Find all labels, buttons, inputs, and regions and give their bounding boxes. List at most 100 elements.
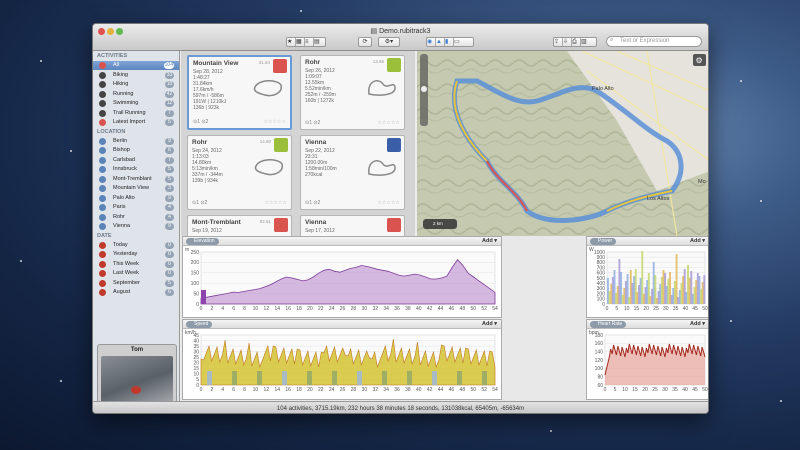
x-tick-label: 8 — [243, 387, 246, 393]
panel-toggle-control[interactable]: ◉ ▲ ▮ ▭ — [426, 37, 474, 47]
speed-chart-title[interactable]: Speed — [186, 321, 213, 328]
activity-card[interactable]: Vienna Sep 17, 2012 — [300, 215, 405, 236]
x-tick-label: 12 — [264, 306, 270, 312]
sidebar: ACTIVITIES All 104 Biking 33 Hiking 10 Running 4… — [93, 51, 180, 413]
activity-type-icon — [274, 138, 288, 152]
activity-card[interactable]: Mont-Tremblant 92.51 Sep 19, 2012 — [187, 215, 292, 236]
power-bar — [703, 275, 706, 304]
activity-type-icon — [274, 218, 288, 232]
elevation-chart[interactable]: 2502001501005000 2 4 6 8 10 12 14 16 18 20 22 24 26 28… — [183, 246, 501, 318]
activity-card[interactable]: Rohr 13.55 Sep 26, 2012 1:09:07 13.55km 5.52m… — [300, 55, 405, 130]
axis-unit-label: km/h — [185, 330, 196, 336]
statistics-icon[interactable]: ▥ — [581, 39, 587, 45]
sidebar-item[interactable]: Trail Running 7 — [93, 109, 179, 118]
sidebar-item[interactable]: Innsbruck 5 — [93, 165, 179, 174]
sidebar-item[interactable]: Berlin 9 — [93, 137, 179, 146]
speed-lap-bar — [482, 371, 487, 385]
sidebar-item[interactable]: Mountain View 3 — [93, 184, 179, 193]
device-control[interactable]: ⇪ ⇩ ⎙ ▥ — [553, 37, 597, 47]
title-bar: ▤ Demo.rubitrack3 ★ ▦ ≡ ▤ ⟳ ⚙▾ ◉ ▲ ▮ ▭ ⇪ ⇩ ⎙ ▥ Te… — [93, 24, 708, 51]
zoom-slider-handle[interactable] — [421, 86, 427, 92]
sidebar-item[interactable]: Latest Import 5 — [93, 118, 179, 127]
x-tick-label: 26 — [340, 387, 346, 393]
activity-type-icon — [99, 90, 106, 98]
action-menu-button[interactable]: ⚙▾ — [378, 37, 400, 47]
y-tick-label: 50 — [193, 291, 199, 297]
sidebar-item[interactable]: Vienna 9 — [93, 222, 179, 231]
sidebar-item[interactable]: Paris 4 — [93, 203, 179, 212]
rating-stars[interactable]: ☆☆☆☆☆ — [378, 200, 400, 206]
calendar-view-icon[interactable]: ▤ — [314, 39, 320, 45]
lap-count-indicator: ⊙1 ⊙2 — [192, 200, 208, 206]
activity-card[interactable]: Vienna Sep 22, 2012 23:31 1200.00m 1:58min/1… — [300, 135, 405, 210]
x-tick-label: 44 — [438, 387, 444, 393]
sidebar-item-label: Bishop — [113, 147, 130, 153]
sidebar-item[interactable]: Today 0 — [93, 241, 179, 250]
favorites-icon[interactable]: ★ — [287, 38, 296, 46]
chart-header: Elevation Add ▾ — [183, 237, 501, 246]
speed-lap-bar — [332, 371, 337, 385]
power-chart[interactable]: 100090080070060050040030020010000 5 10 15 20… — [587, 246, 709, 318]
x-tick-label: 34 — [383, 306, 389, 312]
sidebar-item[interactable]: Biking 33 — [93, 71, 179, 80]
sidebar-item[interactable]: Running 42 — [93, 90, 179, 99]
chart-header: Speed Add ▾ — [183, 320, 501, 329]
upload-icon[interactable]: ⇪ — [554, 38, 563, 46]
x-tick-label: 36 — [394, 387, 400, 393]
grid-view-icon[interactable]: ▦ — [296, 38, 305, 46]
heart-rate-chart[interactable]: 18016014012010080600 5 10 15 20 25 30 35 40 45 50b… — [587, 329, 709, 400]
sidebar-item[interactable]: Hiking 10 — [93, 80, 179, 89]
x-tick-label: 0 — [606, 306, 609, 312]
x-tick-label: 10 — [624, 306, 630, 312]
sidebar-item[interactable]: Carlsbad 7 — [93, 156, 179, 165]
activity-card[interactable]: Rohr 14.80 Sep 24, 2012 1:13:03 14.80km 5:13m… — [187, 135, 292, 210]
y-tick-label: 100 — [595, 366, 604, 372]
count-badge: 0 — [165, 251, 174, 258]
sidebar-item[interactable]: Rohr 4 — [93, 213, 179, 222]
speed-chart[interactable]: 4540353025201510500 2 4 6 8 10 12 14 16 18 20 22 24 2… — [183, 329, 501, 400]
axis-unit-label: m — [185, 247, 189, 253]
sidebar-item[interactable]: Palo Alto 9 — [93, 194, 179, 203]
sidebar-item[interactable]: Bishop 6 — [93, 146, 179, 155]
sidebar-item-label: Rohr — [113, 213, 125, 220]
sidebar-item[interactable]: Mont-Tremblant 5 — [93, 175, 179, 184]
add-chart-button[interactable]: Add ▾ — [690, 321, 705, 327]
sidebar-item[interactable]: August 6 — [93, 288, 179, 297]
stats-toggle-icon[interactable]: ▮ — [445, 38, 454, 46]
rating-stars[interactable]: ☆☆☆☆☆ — [265, 200, 287, 206]
activity-card[interactable]: Mountain View 31.84 Sep 28, 2012 1:48:27 31.… — [187, 55, 292, 130]
search-input[interactable]: Text or Expression — [606, 36, 702, 47]
speed-chart-panel: Speed Add ▾ 45 40 35 30 25 20 15 10 5 0 0 2 4 6 8 10 12 1… — [182, 319, 502, 400]
add-chart-button[interactable]: Add ▾ — [690, 238, 705, 244]
selection-marker — [201, 290, 206, 304]
rating-stars[interactable]: ☆☆☆☆☆ — [378, 120, 400, 126]
heart-rate-chart-title[interactable]: Heart Rate — [590, 321, 627, 328]
sidebar-item[interactable]: September 5 — [93, 279, 179, 288]
power-chart-title[interactable]: Power — [590, 238, 617, 245]
sidebar-item-label: Last Week — [113, 270, 139, 276]
sidebar-item[interactable]: Swimming 12 — [93, 99, 179, 108]
add-chart-button[interactable]: Add ▾ — [482, 238, 497, 244]
map-view[interactable]: ⚙ Palo Alto Los Altos Mo 2 km — [417, 51, 708, 236]
view-mode-control[interactable]: ★ ▦ ≡ ▤ — [286, 37, 326, 47]
add-chart-button[interactable]: Add ▾ — [482, 321, 497, 327]
x-tick-label: 36 — [394, 306, 400, 312]
sidebar-item[interactable]: This Week 0 — [93, 260, 179, 269]
elevation-chart-title[interactable]: Elevation — [186, 238, 219, 245]
lap-count-indicator: ⊙1 ⊙2 — [193, 119, 209, 125]
chart-toggle-icon[interactable]: ▲ — [436, 38, 445, 46]
import-icon[interactable]: ⇩ — [563, 38, 572, 46]
laps-toggle-icon[interactable]: ▭ — [454, 39, 460, 45]
sidebar-item-label: Mont-Tremblant — [113, 175, 152, 182]
map-toggle-icon[interactable]: ◉ — [427, 38, 436, 46]
x-tick-label: 10 — [253, 387, 259, 393]
list-view-icon[interactable]: ≡ — [305, 38, 314, 46]
sidebar-item[interactable]: Last Week 0 — [93, 269, 179, 278]
print-icon[interactable]: ⎙ — [572, 38, 581, 46]
sidebar-item[interactable]: Yesterday 0 — [93, 250, 179, 259]
sidebar-item-label: Innsbruck — [113, 166, 137, 172]
rating-stars[interactable]: ☆☆☆☆☆ — [264, 119, 286, 125]
sidebar-item[interactable]: All 104 — [93, 61, 179, 70]
calendar-icon — [99, 270, 106, 277]
refresh-button[interactable]: ⟳ — [358, 37, 372, 47]
